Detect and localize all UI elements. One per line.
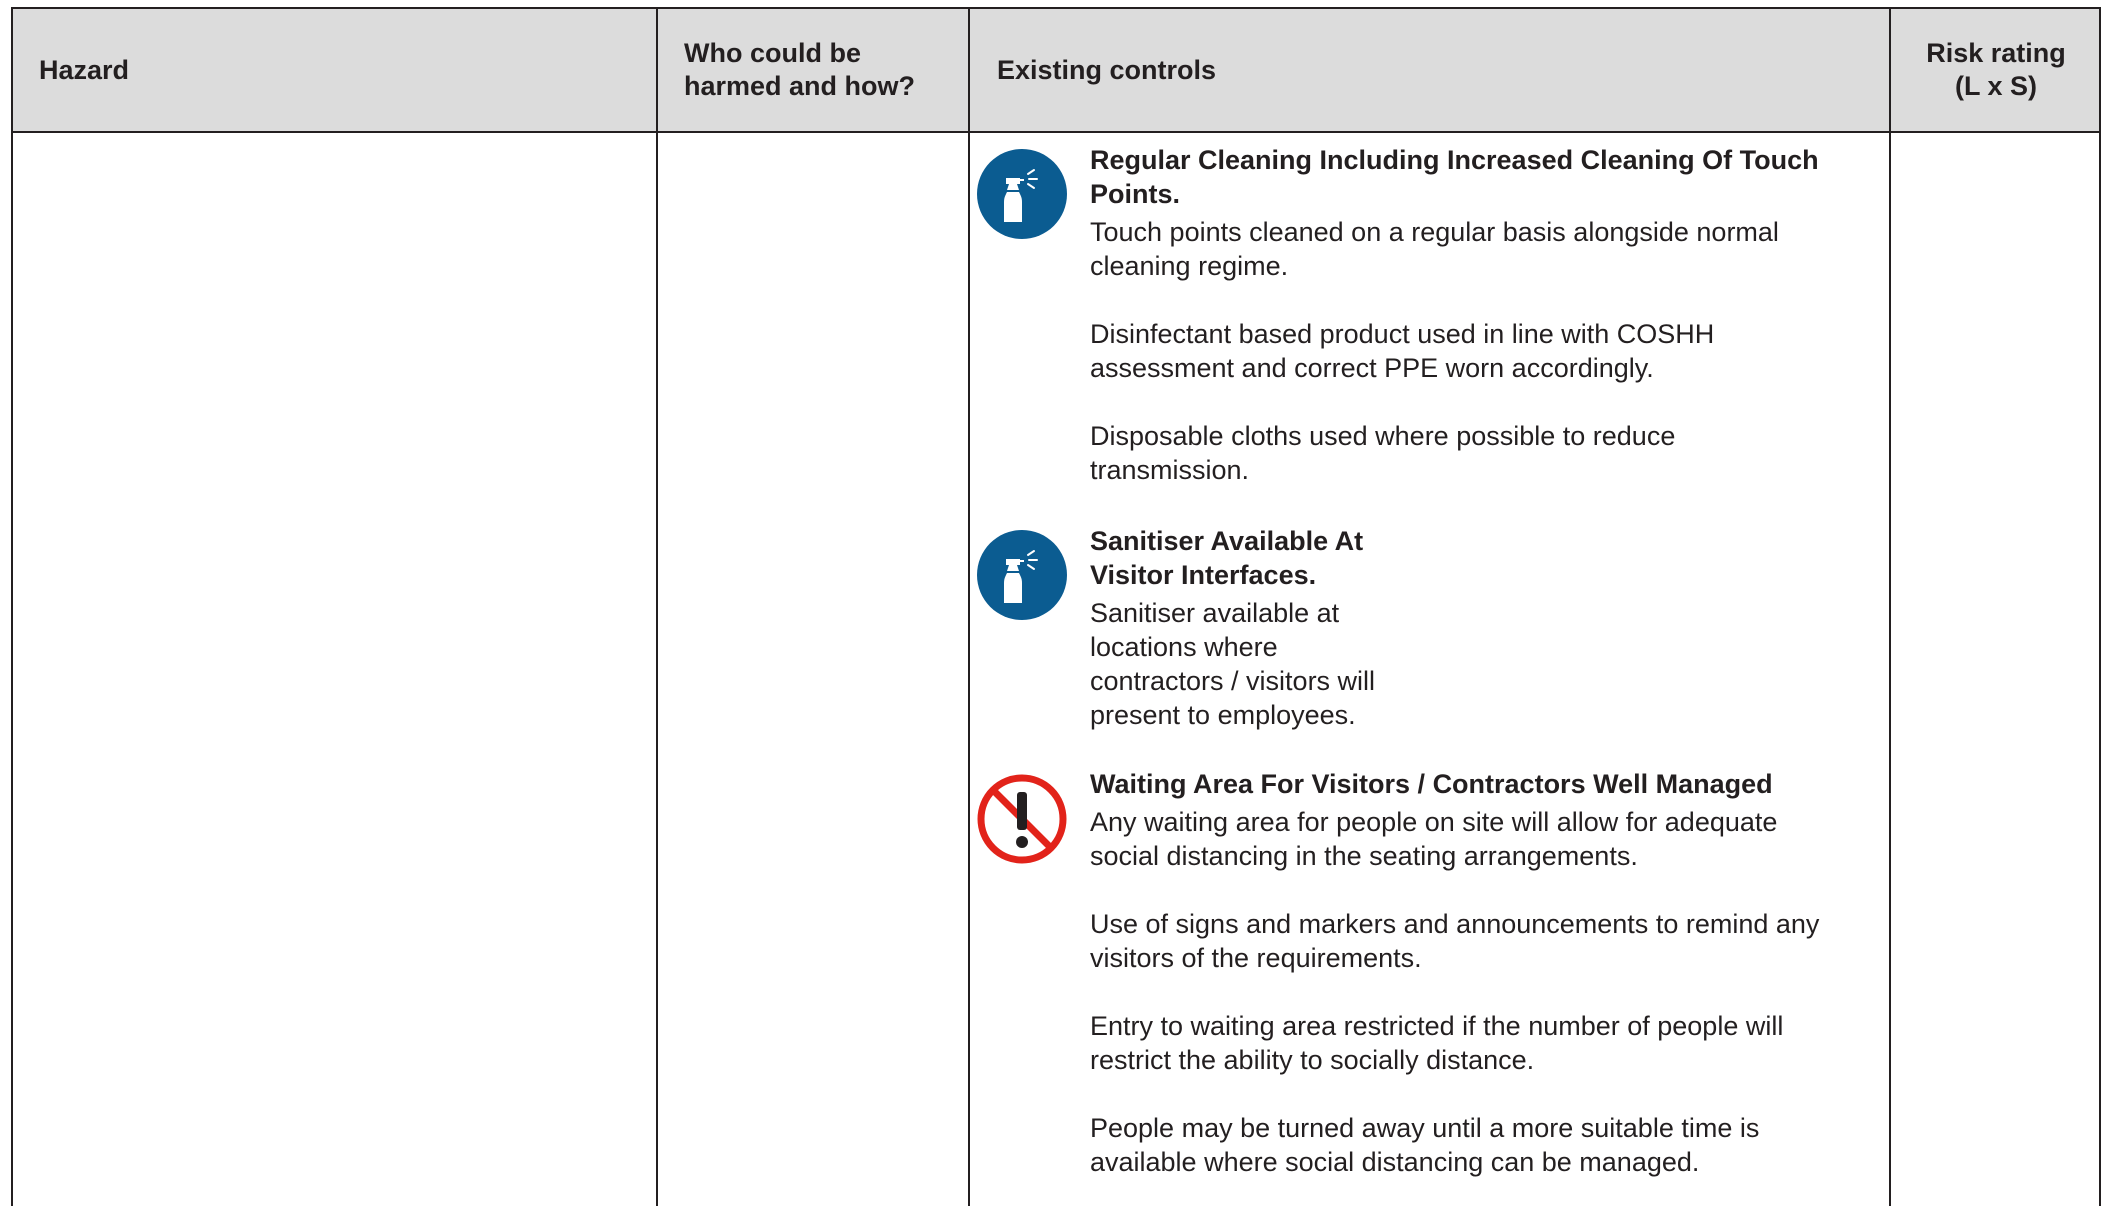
control-regular-cleaning: Regular Cleaning Including Increased Cle…: [1090, 143, 1880, 487]
control-paragraph: Use of signs and markers and announcemen…: [1090, 909, 1820, 973]
control-paragraph: Any waiting area for people on site will…: [1090, 807, 1778, 871]
control-paragraph: Sanitiser available at locations where c…: [1090, 598, 1376, 730]
header-hazard: Hazard: [39, 54, 130, 85]
control-paragraph: People may be turned away until a more s…: [1090, 1113, 1760, 1177]
header-who-could-be-harmed: Who could be harmed and how?: [684, 38, 916, 101]
control-title: Sanitiser Available At Visitor Interface…: [1090, 526, 1364, 590]
header-risk-rating: Risk rating (L x S): [1926, 38, 2066, 101]
column-divider: [968, 9, 970, 1206]
control-paragraph: Entry to waiting area restricted if the …: [1090, 1011, 1784, 1075]
risk-assessment-table: Hazard Who could be harmed and how? Exis…: [11, 7, 2101, 1206]
control-title: Regular Cleaning Including Increased Cle…: [1090, 145, 1819, 209]
no-exclamation-icon: [977, 774, 1067, 864]
control-paragraph: Touch points cleaned on a regular basis …: [1090, 217, 1779, 281]
column-divider: [1889, 9, 1891, 1206]
control-waiting-area: Waiting Area For Visitors / Contractors …: [1090, 767, 1880, 1179]
control-paragraph: Disinfectant based product used in line …: [1090, 319, 1715, 383]
header-existing-controls: Existing controls: [997, 54, 1217, 85]
control-sanitiser-available: Sanitiser Available At Visitor Interface…: [1090, 524, 1490, 732]
spray-bottle-icon: [977, 149, 1067, 239]
control-paragraph: Disposable cloths used where possible to…: [1090, 421, 1676, 485]
column-divider: [656, 9, 658, 1206]
control-title: Waiting Area For Visitors / Contractors …: [1090, 769, 1773, 799]
spray-bottle-icon: [977, 530, 1067, 620]
